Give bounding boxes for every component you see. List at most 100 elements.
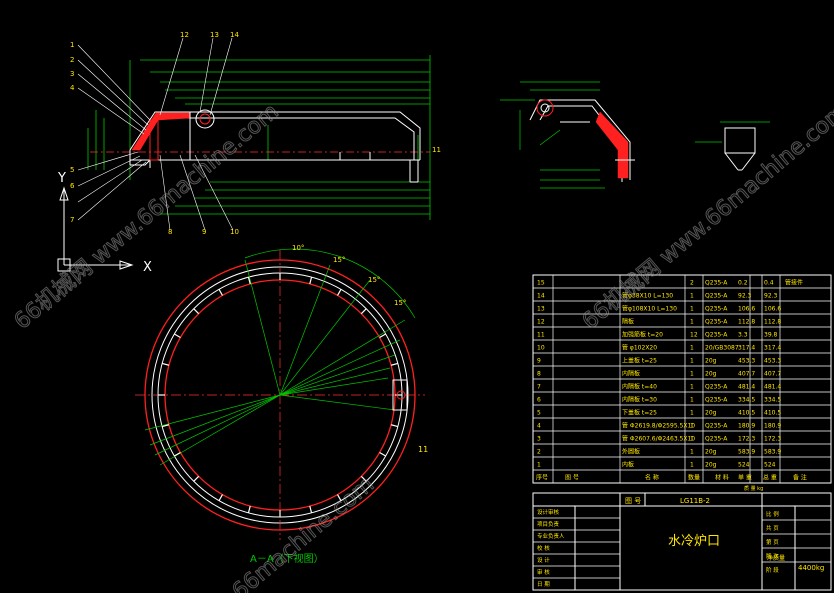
parts-table-cell: 407.7 <box>738 371 755 378</box>
title-right-cell: 共 页 <box>766 524 779 532</box>
angle-label-4: 15° <box>394 299 406 307</box>
parts-table-cell: Q235-A <box>705 397 728 404</box>
parts-table-cell: 管 Φ2619.8/Φ2595.5X10 <box>622 422 695 430</box>
drawing-name: 水冷炉口 <box>668 534 720 549</box>
parts-table-cell: 1 <box>690 293 694 300</box>
parts-table-cell: 524 <box>738 462 750 469</box>
parts-table-cell: 内隔板 t=30 <box>622 396 657 404</box>
parts-table-cell: 112.8 <box>764 319 781 326</box>
parts-table-cell: 20/GB3087 <box>705 345 739 352</box>
parts-table-cell: Q235-A <box>705 332 728 339</box>
parts-table-cell: 1 <box>690 384 694 391</box>
parts-table-cell: 10 <box>537 345 545 352</box>
parts-table-cell: 317.4 <box>764 345 781 352</box>
parts-table-cell: 1 <box>690 449 694 456</box>
axis-x-label: X <box>143 260 152 275</box>
parts-table-cell: 3.3 <box>738 332 748 339</box>
callout-6: 6 <box>70 182 75 190</box>
callout-9: 9 <box>202 228 206 236</box>
parts-table-cell: 7 <box>537 384 541 391</box>
parts-table-cell: 106.6 <box>764 306 781 313</box>
parts-table-cell: 15 <box>537 280 545 287</box>
parts-table-cell: 下盖板 t=25 <box>622 409 657 417</box>
parts-table-cell: 1 <box>690 410 694 417</box>
parts-table-cell: 407.7 <box>764 371 781 378</box>
parts-table-cell: 410.5 <box>738 410 755 417</box>
parts-table-header: 图 号 <box>565 475 579 482</box>
parts-table-cell: 1 <box>690 319 694 326</box>
parts-table-cell: 1 <box>690 462 694 469</box>
parts-table-cell: 180.9 <box>738 423 755 430</box>
parts-table-cell: 1 <box>690 423 694 430</box>
parts-table-cell: 5 <box>537 410 541 417</box>
parts-table-cell: 管φ108X10 L=130 <box>622 305 677 313</box>
title-left-cell: 专业负责人 <box>537 532 565 540</box>
parts-table-cell: 334.5 <box>738 397 755 404</box>
title-right-cell: 第 页 <box>766 538 779 546</box>
parts-table-cell: 20g <box>705 371 717 378</box>
parts-table-cell: 管 φ102X20 <box>622 344 657 352</box>
callout-8: 8 <box>168 228 172 236</box>
parts-table-header: 材 料 <box>715 474 729 482</box>
title-left-cell: 设计审核 <box>537 508 560 516</box>
callout-12: 12 <box>180 31 189 39</box>
parts-table-cell: 317.4 <box>738 345 755 352</box>
parts-table-cell: 内隔板 <box>622 370 640 378</box>
parts-table-cell: 1 <box>690 358 694 365</box>
callout-11-plan: 11 <box>418 445 428 454</box>
parts-table-cell: 39.8 <box>764 332 778 339</box>
parts-table-cell: 8 <box>537 371 541 378</box>
title-left-cell: 校 核 <box>537 544 550 552</box>
parts-table-cell: 0.2 <box>738 280 748 287</box>
parts-table-cell: 20g <box>705 358 717 365</box>
callout-10: 10 <box>230 228 239 236</box>
parts-table-cell: 172.3 <box>764 436 781 443</box>
parts-table-cell: 1 <box>690 345 694 352</box>
parts-table-cell: 管接件 <box>785 279 803 287</box>
parts-table-cell: 524 <box>764 462 776 469</box>
parts-table-cell: 2 <box>690 280 694 287</box>
drawing-no-label: 图 号 <box>625 497 641 505</box>
parts-table-cell: 6 <box>537 397 541 404</box>
parts-table-header: 序号 <box>536 474 548 482</box>
parts-table-cell: 106.6 <box>738 306 755 313</box>
parts-table-cell: 2 <box>537 449 541 456</box>
parts-table-cell: 453.3 <box>738 358 755 365</box>
parts-table-header: 单 重 <box>738 474 752 482</box>
parts-table-cell: 1 <box>690 436 694 443</box>
parts-table-cell: 583.9 <box>764 449 781 456</box>
angle-label-3: 15° <box>368 276 380 284</box>
callout-1: 1 <box>70 41 74 49</box>
parts-table-cell: 172.3 <box>738 436 755 443</box>
callout-13: 13 <box>210 31 219 39</box>
title-left-cell: 审 核 <box>537 568 550 576</box>
parts-table-header: 总 重 <box>763 474 777 482</box>
title-left-cell: 设 计 <box>537 556 550 564</box>
callout-4: 4 <box>70 84 75 92</box>
callout-7: 7 <box>70 216 74 224</box>
title-left-cell: 日 期 <box>537 581 550 588</box>
parts-table-cell: 11 <box>537 332 545 339</box>
axis-y-label: Y <box>57 171 66 186</box>
parts-table-cell: 1 <box>690 397 694 404</box>
parts-table-cell: 92.3 <box>764 293 778 300</box>
parts-table-cell: 13 <box>537 306 545 313</box>
parts-table-cell: 334.5 <box>764 397 781 404</box>
title-left-cell: 项目负责 <box>537 520 560 528</box>
parts-table-cell: Q235-A <box>705 423 728 430</box>
callout-5: 5 <box>70 166 74 174</box>
parts-table-cell: 453.3 <box>764 358 781 365</box>
parts-table-cell: 180.9 <box>764 423 781 430</box>
parts-table-header: 名 称 <box>645 474 659 482</box>
parts-table-cell: 583.9 <box>738 449 755 456</box>
parts-table-cell: Q235-A <box>705 436 728 443</box>
parts-table-cell: 20g <box>705 410 717 417</box>
callout-11: 11 <box>432 146 441 154</box>
parts-table-cell: 内板 <box>622 461 634 469</box>
parts-table-cell: 隔板 <box>622 318 634 326</box>
callout-3: 3 <box>70 70 74 78</box>
parts-table-header: 备 注 <box>793 474 807 482</box>
parts-table-cell: 1 <box>690 306 694 313</box>
parts-table-cell: 9 <box>537 358 541 365</box>
parts-table-cell: 20g <box>705 462 717 469</box>
